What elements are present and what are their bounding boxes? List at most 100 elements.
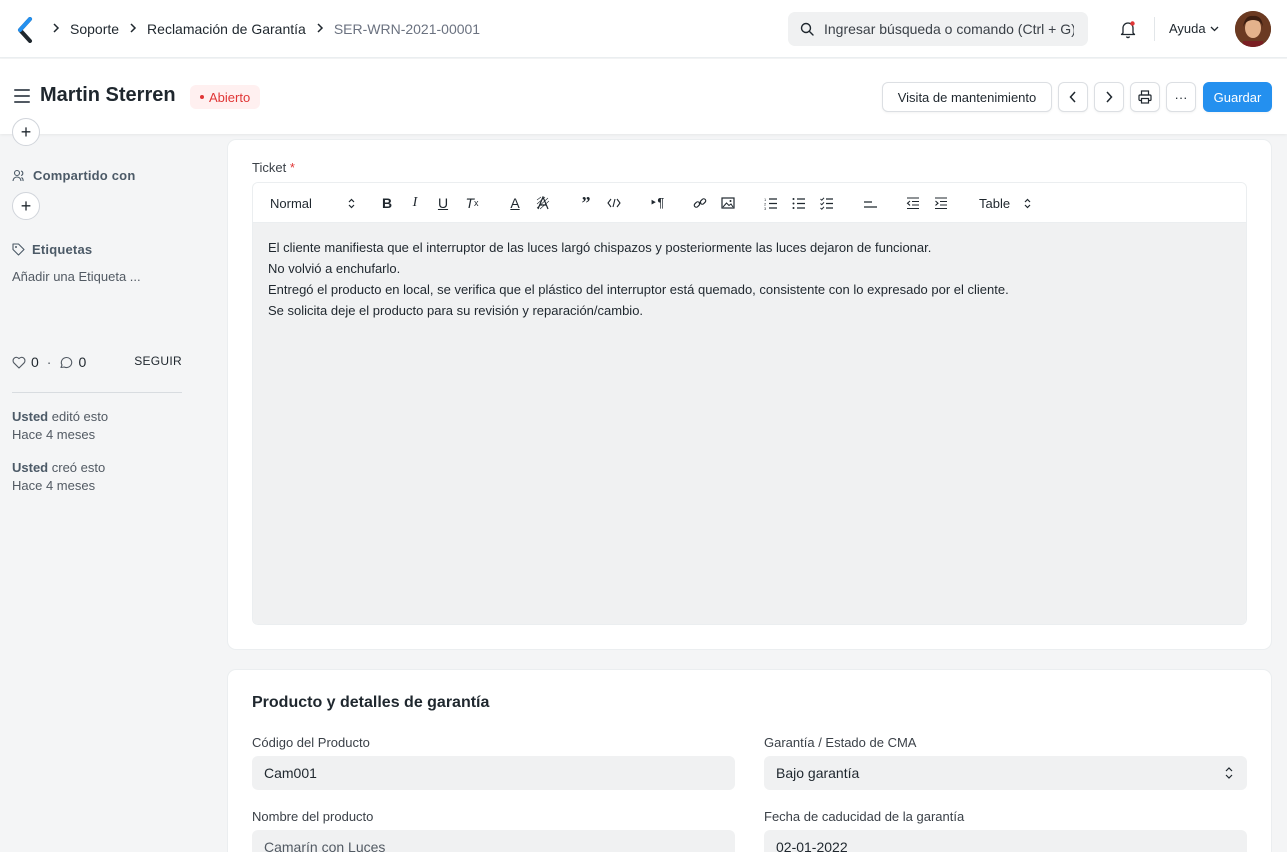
sidebar-toggle-icon[interactable]	[14, 89, 30, 103]
select-arrows-icon	[1024, 198, 1031, 208]
breadcrumb-item-soporte[interactable]: Soporte	[70, 21, 119, 37]
select-arrows-icon	[1225, 767, 1233, 779]
activity-time: Hace 4 meses	[12, 427, 96, 442]
follow-button[interactable]: SEGUIR	[134, 354, 182, 368]
required-mark: *	[289, 160, 295, 175]
tags-text: Etiquetas	[32, 242, 93, 257]
activity-user: Usted	[12, 460, 49, 475]
avatar[interactable]	[1235, 11, 1271, 47]
heart-icon[interactable]	[12, 356, 26, 369]
outdent-icon[interactable]	[905, 193, 921, 213]
ticket-section: Ticket * Normal B I U Tx A ” ‣¶ 1 2 3 Ta…	[227, 139, 1272, 650]
code-icon[interactable]	[606, 193, 622, 213]
underline-icon[interactable]: U	[435, 193, 451, 213]
item-code-field[interactable]: Cam001	[252, 756, 735, 790]
page-title: Martin Sterren	[40, 84, 176, 106]
divider	[12, 392, 182, 393]
text-style-select[interactable]: Normal	[270, 193, 355, 213]
item-code-label: Código del Producto	[252, 735, 370, 750]
indent-icon[interactable]	[933, 193, 949, 213]
search-input[interactable]	[824, 21, 1074, 37]
page-header: Martin Sterren Abierto Visita de manteni…	[0, 59, 1287, 134]
activity-action: creó esto	[48, 460, 106, 475]
ticket-line: No volvió a enchufarlo.	[268, 261, 401, 276]
item-name-field[interactable]: Camarín con Luces	[252, 830, 735, 852]
ticket-text-area[interactable]: El cliente manifiesta que el interruptor…	[253, 223, 1246, 624]
chevron-right-icon	[1106, 91, 1113, 103]
table-select[interactable]: Table	[979, 193, 1031, 213]
status-badge: Abierto	[190, 85, 261, 109]
ticket-label: Ticket *	[252, 160, 295, 175]
navbar: Soporte Reclamación de Garantía SER-WRN-…	[0, 0, 1287, 58]
item-name-value: Camarín con Luces	[264, 839, 386, 852]
section-title: Producto y detalles de garantía	[252, 694, 490, 711]
chevron-down-icon	[1210, 26, 1219, 31]
comment-icon[interactable]	[59, 356, 73, 369]
ordered-list-icon[interactable]: 123	[763, 193, 779, 213]
chevron-right-icon	[316, 22, 324, 36]
comment-count: 0	[78, 354, 87, 370]
background-color-icon[interactable]	[535, 193, 551, 213]
clear-format-icon[interactable]: Tx	[463, 193, 481, 213]
more-actions-button[interactable]: ···	[1166, 82, 1196, 112]
align-left-icon[interactable]	[862, 193, 878, 213]
image-icon[interactable]	[720, 193, 736, 213]
maintenance-visit-button[interactable]: Visita de mantenimiento	[882, 82, 1052, 112]
blockquote-icon[interactable]: ”	[578, 193, 594, 213]
link-icon[interactable]	[692, 193, 708, 213]
previous-document-button[interactable]	[1058, 82, 1088, 112]
like-count: 0	[31, 354, 39, 370]
add-assignee-button[interactable]: +	[12, 118, 40, 146]
add-tag-link[interactable]: Añadir una Etiqueta ...	[12, 269, 141, 284]
bold-icon[interactable]: B	[379, 193, 395, 213]
search-icon	[800, 22, 814, 36]
activity-time: Hace 4 meses	[12, 478, 96, 493]
shared-with-text: Compartido con	[33, 168, 136, 183]
svg-text:3: 3	[764, 206, 767, 210]
breadcrumb-item-warranty-claim[interactable]: Reclamación de Garantía	[147, 21, 306, 37]
italic-icon[interactable]: I	[407, 193, 423, 213]
separator-dot: ·	[46, 354, 52, 370]
activity-user: Usted	[12, 409, 49, 424]
ticket-line: Entregó el producto en local, se verific…	[268, 282, 1009, 297]
editor-toolbar: Normal B I U Tx A ” ‣¶ 123 Table	[253, 183, 1246, 223]
add-share-button[interactable]: +	[12, 192, 40, 220]
breadcrumb-item-current[interactable]: SER-WRN-2021-00001	[334, 21, 480, 37]
warranty-expiry-label: Fecha de caducidad de la garantía	[764, 809, 965, 824]
ticket-line: El cliente manifiesta que el interruptor…	[268, 240, 932, 255]
warranty-expiry-field[interactable]: 02-01-2022	[764, 830, 1247, 852]
tags-label: Etiquetas	[12, 242, 92, 257]
warranty-status-value: Bajo garantía	[776, 765, 860, 781]
warranty-status-select[interactable]: Bajo garantía	[764, 756, 1247, 790]
ticket-editor: Normal B I U Tx A ” ‣¶ 123 Table El clie…	[252, 182, 1247, 625]
breadcrumb: Soporte Reclamación de Garantía SER-WRN-…	[48, 0, 480, 58]
search-bar[interactable]	[788, 12, 1088, 46]
table-select-label: Table	[979, 195, 1011, 211]
printer-icon	[1138, 90, 1152, 104]
app-logo-icon[interactable]	[16, 17, 34, 43]
tag-icon	[12, 243, 25, 256]
item-name-label: Nombre del producto	[252, 809, 374, 824]
users-icon	[12, 169, 24, 182]
text-color-icon[interactable]: A	[507, 193, 523, 213]
activity-item: Usted creó esto Hace 4 meses	[12, 459, 105, 495]
help-dropdown[interactable]: Ayuda	[1169, 21, 1219, 36]
print-button[interactable]	[1130, 82, 1160, 112]
warranty-status-label: Garantía / Estado de CMA	[764, 735, 917, 750]
status-dot-icon	[200, 95, 204, 99]
item-code-value: Cam001	[264, 765, 317, 781]
shared-with-label: Compartido con	[12, 168, 135, 183]
activity-action: editó esto	[48, 409, 109, 424]
save-button[interactable]: Guardar	[1203, 82, 1272, 112]
checklist-icon[interactable]	[819, 193, 835, 213]
stats-row: 0 · 0 SEGUIR	[12, 354, 182, 370]
activity-item: Usted editó esto Hace 4 meses	[12, 408, 108, 444]
next-document-button[interactable]	[1094, 82, 1124, 112]
select-arrows-icon	[348, 198, 355, 208]
bullet-list-icon[interactable]	[791, 193, 807, 213]
notification-bell-icon[interactable]	[1118, 19, 1138, 39]
ticket-line: Se solicita deje el producto para su rev…	[268, 303, 644, 318]
text-style-value: Normal	[270, 195, 312, 211]
status-text: Abierto	[209, 89, 251, 105]
text-direction-icon[interactable]: ‣¶	[648, 193, 666, 213]
